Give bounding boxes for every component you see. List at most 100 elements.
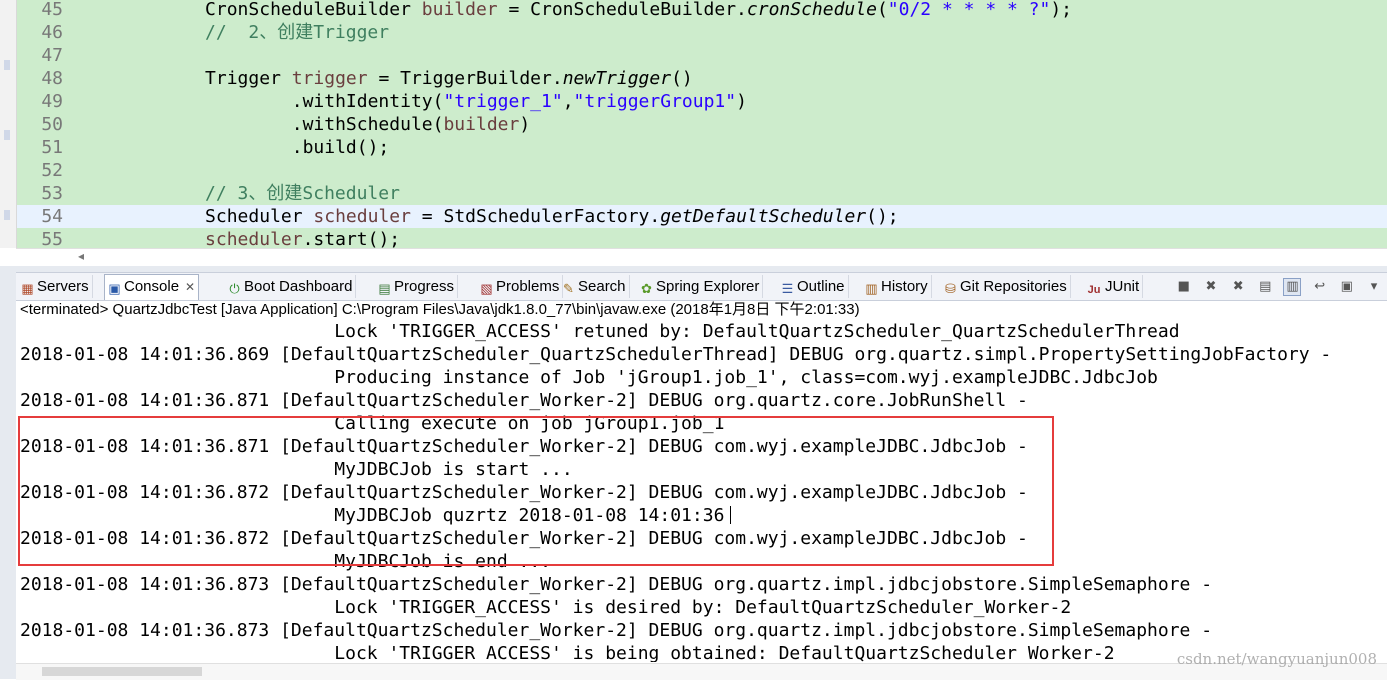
code-token: .withIdentity( bbox=[75, 91, 444, 112]
code-token: getDefaultScheduler bbox=[660, 206, 867, 227]
pin-console-icon[interactable]: ▣ bbox=[1338, 278, 1356, 296]
tab-spring-explorer[interactable]: ✿ Spring Explorer bbox=[637, 275, 764, 298]
code-token: .build(); bbox=[75, 137, 390, 158]
code-token: "trigger_1" bbox=[443, 91, 563, 112]
remove-launch-icon[interactable]: ✖ bbox=[1202, 278, 1220, 296]
tab-junit[interactable]: Ju JUnit bbox=[1083, 275, 1144, 298]
search-icon: ✎ bbox=[563, 281, 574, 296]
line-number: 53 bbox=[41, 183, 63, 204]
code-editor[interactable]: 45 CronScheduleBuilder builder = CronSch… bbox=[0, 0, 1387, 248]
tab-problems[interactable]: ▧ Problems bbox=[477, 275, 564, 298]
tab-git-repositories[interactable]: ⛁ Git Repositories bbox=[941, 275, 1071, 298]
code-token: = StdSchedulerFactory. bbox=[410, 206, 661, 227]
code-token: // 2、创建Trigger bbox=[75, 22, 390, 43]
code-token: = TriggerBuilder. bbox=[367, 68, 563, 89]
code-token: newTrigger bbox=[562, 68, 672, 89]
line-number: 45 bbox=[41, 0, 63, 20]
console-line-text: 2018-01-08 14:01:36.873 [DefaultQuartzSc… bbox=[20, 620, 1213, 641]
console-line: 2018-01-08 14:01:36.873 [DefaultQuartzSc… bbox=[16, 619, 1387, 642]
tab-history[interactable]: ▥ History bbox=[862, 275, 932, 298]
console-line: Producing instance of Job 'jGroup1.job_1… bbox=[16, 366, 1387, 389]
editor-lines: 45 CronScheduleBuilder builder = CronSch… bbox=[17, 0, 1387, 248]
tab-label: Boot Dashboard bbox=[244, 278, 353, 295]
code-text: scheduler.start(); bbox=[75, 228, 400, 248]
remove-all-terminated-icon[interactable]: ✖ bbox=[1229, 278, 1247, 296]
tab-label: Problems bbox=[496, 278, 560, 295]
code-token: trigger bbox=[291, 68, 368, 89]
ruler-mark bbox=[4, 130, 10, 140]
editor-line[interactable]: 50 .withSchedule(builder) bbox=[17, 113, 1387, 136]
console-icon: ▣ bbox=[108, 281, 121, 296]
left-trim bbox=[0, 272, 16, 679]
code-token: builder bbox=[421, 0, 498, 20]
code-token: builder bbox=[443, 114, 520, 135]
ruler-mark bbox=[4, 210, 10, 220]
tab-label: Spring Explorer bbox=[656, 278, 760, 295]
console-line: 2018-01-08 14:01:36.871 [DefaultQuartzSc… bbox=[16, 389, 1387, 412]
tab-progress[interactable]: ▤ Progress bbox=[375, 275, 459, 298]
tab-console[interactable]: ▣ Console ✕ bbox=[104, 274, 200, 300]
code-token: () bbox=[671, 68, 693, 89]
scrollbar-thumb[interactable] bbox=[42, 667, 202, 676]
code-token: ) bbox=[736, 91, 747, 112]
tab-label: Console bbox=[124, 278, 180, 295]
code-token: scheduler bbox=[205, 229, 303, 248]
code-token: Trigger bbox=[75, 68, 292, 89]
console-line-text: Lock 'TRIGGER_ACCESS' is desired by: Def… bbox=[20, 597, 1072, 618]
editor-line[interactable]: 54 Scheduler scheduler = StdSchedulerFac… bbox=[17, 205, 1387, 228]
close-tab-icon[interactable]: ✕ bbox=[185, 280, 195, 294]
word-wrap-icon[interactable]: ↩ bbox=[1311, 278, 1329, 296]
console-line: 2018-01-08 14:01:36.869 [DefaultQuartzSc… bbox=[16, 343, 1387, 366]
scroll-left-icon[interactable]: ◂ bbox=[78, 249, 84, 263]
tab-search[interactable]: ✎ Search bbox=[559, 275, 630, 298]
line-number: 46 bbox=[41, 22, 63, 43]
editor-line[interactable]: 48 Trigger trigger = TriggerBuilder.newT… bbox=[17, 67, 1387, 90]
boot-dashboard-icon: ⏻ bbox=[229, 281, 240, 296]
line-number: 48 bbox=[41, 68, 63, 89]
editor-line[interactable]: 47 bbox=[17, 44, 1387, 67]
progress-icon: ▤ bbox=[378, 281, 391, 296]
tab-label: JUnit bbox=[1105, 278, 1140, 295]
terminate-icon[interactable]: ■ bbox=[1175, 278, 1193, 296]
code-token: // 3、创建Scheduler bbox=[75, 183, 400, 204]
scroll-lock-icon[interactable]: ▥ bbox=[1283, 278, 1302, 296]
tab-label: Git Repositories bbox=[960, 278, 1067, 295]
console-line-text: Lock 'TRIGGER_ACCESS' is being obtained:… bbox=[20, 643, 1115, 662]
code-text: .build(); bbox=[75, 136, 390, 159]
views-tab-bar: ▦ Servers ▣ Console ✕ ⏻ Boot Dashboard ▤ Progres… bbox=[16, 272, 1387, 301]
code-text: .withSchedule(builder) bbox=[75, 113, 530, 136]
editor-line[interactable]: 46 // 2、创建Trigger bbox=[17, 21, 1387, 44]
editor-line[interactable]: 45 CronScheduleBuilder builder = CronSch… bbox=[17, 0, 1387, 21]
servers-icon: ▦ bbox=[21, 281, 34, 296]
tab-servers[interactable]: ▦ Servers bbox=[18, 275, 93, 298]
editor-line[interactable]: 51 .build(); bbox=[17, 136, 1387, 159]
history-icon: ▥ bbox=[865, 281, 878, 296]
spring-explorer-icon: ✿ bbox=[641, 281, 652, 296]
code-token: , bbox=[562, 91, 574, 112]
tab-boot-dashboard[interactable]: ⏻ Boot Dashboard bbox=[225, 275, 357, 298]
editor-horizontal-scrollbar[interactable]: ◂ bbox=[16, 248, 1387, 266]
watermark: csdn.net/wangyuanjun008 bbox=[1176, 650, 1377, 668]
outline-icon: ☰ bbox=[781, 281, 794, 296]
editor-line[interactable]: 53 // 3、创建Scheduler bbox=[17, 182, 1387, 205]
code-token: .withSchedule( bbox=[75, 114, 444, 135]
tab-outline[interactable]: ☰ Outline bbox=[778, 275, 849, 298]
git-repositories-icon: ⛁ bbox=[945, 281, 956, 296]
editor-line[interactable]: 49 .withIdentity("trigger_1","triggerGro… bbox=[17, 90, 1387, 113]
line-number: 52 bbox=[41, 160, 63, 181]
console-line: Lock 'TRIGGER_ACCESS' retuned by: Defaul… bbox=[16, 320, 1387, 343]
code-token: cronSchedule bbox=[746, 0, 877, 20]
code-token: ) bbox=[519, 114, 531, 135]
line-number: 50 bbox=[41, 114, 63, 135]
code-text: Scheduler scheduler = StdSchedulerFactor… bbox=[75, 205, 899, 228]
tab-label: Outline bbox=[797, 278, 845, 295]
console-line-text: 2018-01-08 14:01:36.871 [DefaultQuartzSc… bbox=[20, 390, 1028, 411]
console-line-text: 2018-01-08 14:01:36.869 [DefaultQuartzSc… bbox=[20, 344, 1332, 365]
clear-console-icon[interactable]: ▤ bbox=[1256, 278, 1274, 296]
editor-line[interactable]: 55 scheduler.start(); bbox=[17, 228, 1387, 248]
code-token: "0/2 * * * * ?" bbox=[887, 0, 1051, 20]
code-token: (); bbox=[866, 206, 899, 227]
code-token: scheduler bbox=[313, 206, 411, 227]
display-console-icon[interactable]: ▾ bbox=[1365, 278, 1383, 296]
editor-line[interactable]: 52 bbox=[17, 159, 1387, 182]
